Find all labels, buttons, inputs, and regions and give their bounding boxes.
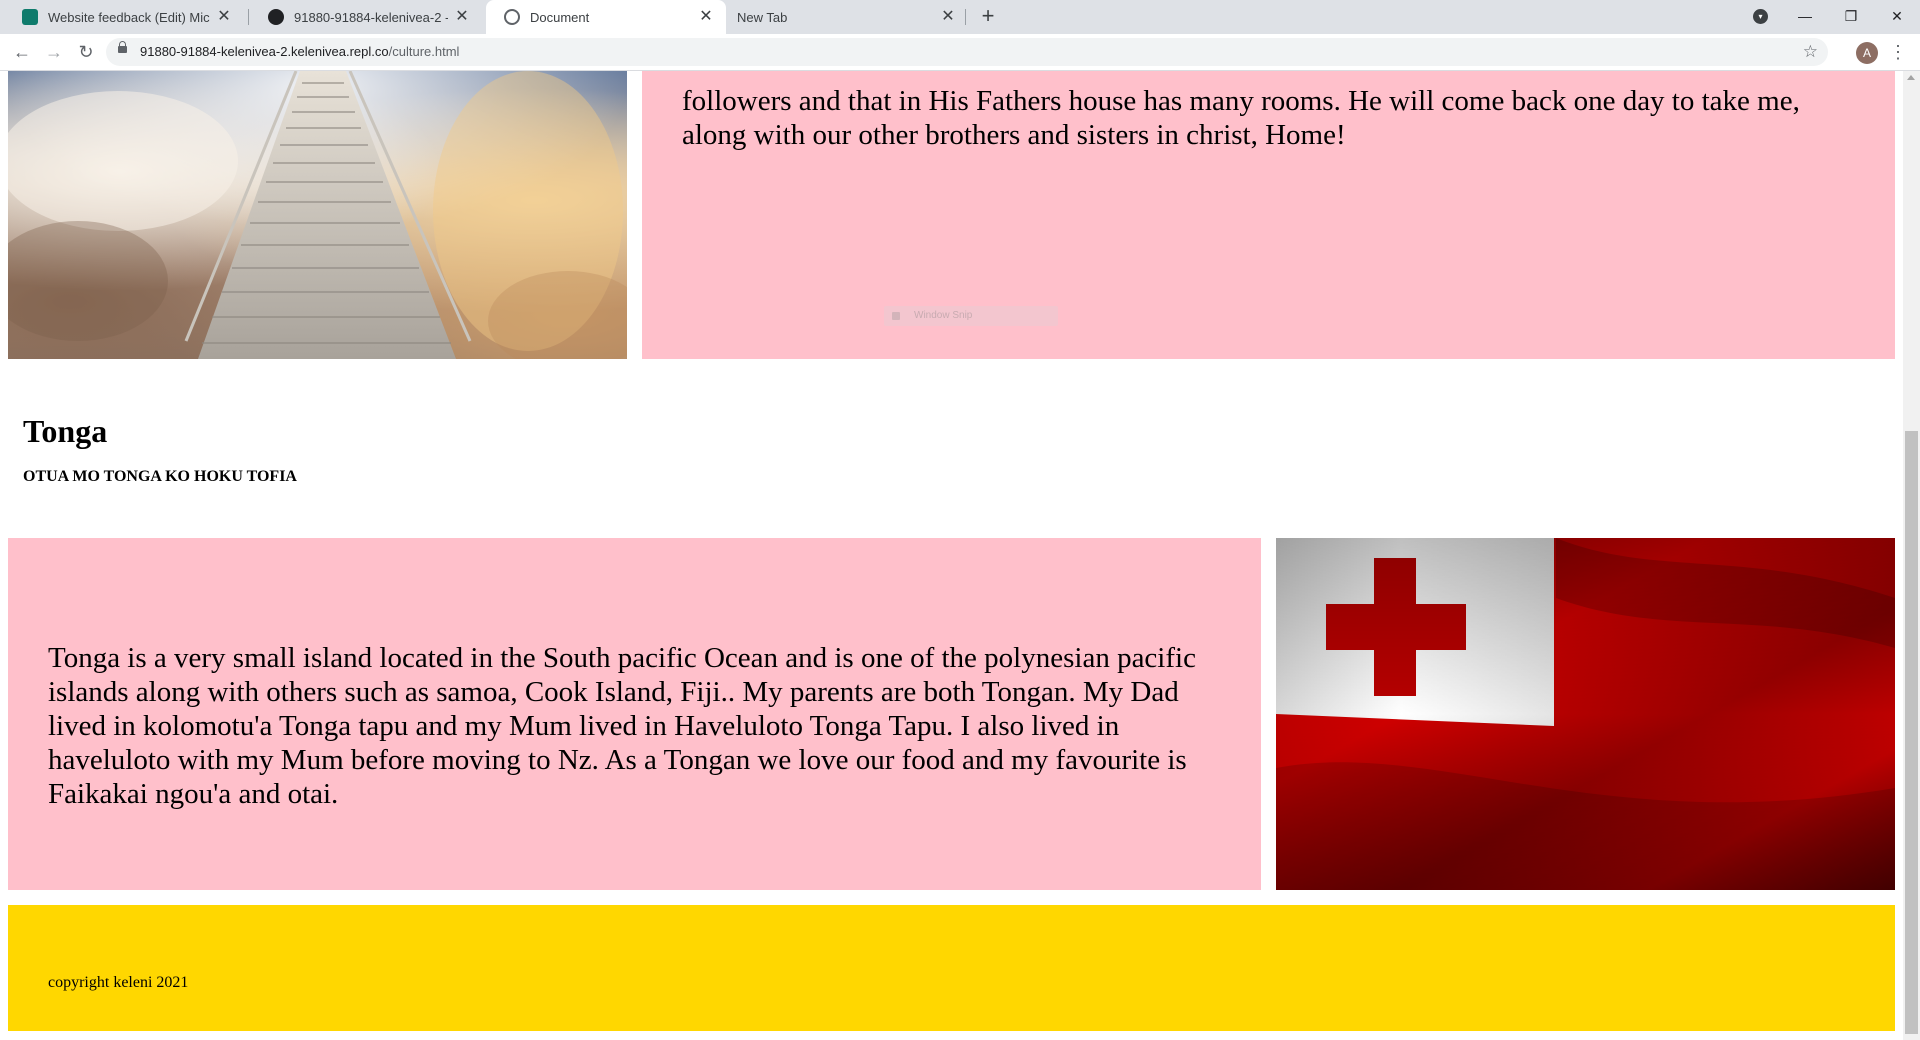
minimize-icon[interactable]: — bbox=[1782, 0, 1828, 32]
stairway-illustration bbox=[8, 71, 627, 359]
restore-icon[interactable]: ❐ bbox=[1828, 0, 1874, 32]
tab-divider bbox=[965, 9, 966, 25]
tab-title: Website feedback (Edit) Microsof bbox=[48, 9, 210, 25]
quote-panel: followers and that in His Fathers house … bbox=[642, 71, 1895, 359]
replit-icon bbox=[268, 9, 284, 25]
tab-website-feedback[interactable]: Website feedback (Edit) Microsof ✕ bbox=[4, 0, 244, 34]
reload-icon[interactable]: ↻ bbox=[72, 38, 100, 66]
scrollbar-thumb[interactable] bbox=[1905, 431, 1918, 1034]
window-close-icon[interactable]: ✕ bbox=[1874, 0, 1920, 32]
forward-arrow-icon[interactable]: → bbox=[40, 38, 68, 66]
url-host: 91880-91884-kelenivea-2.kelenivea.repl.c… bbox=[140, 44, 389, 59]
page-viewport: followers and that in His Fathers house … bbox=[0, 71, 1903, 1040]
tonga-description: Tonga is a very small island located in … bbox=[48, 642, 1196, 810]
tab-document[interactable]: Document ✕ bbox=[486, 0, 726, 34]
globe-icon bbox=[504, 9, 520, 25]
footer: copyright keleni 2021 bbox=[8, 905, 1895, 1031]
tab-new-tab[interactable]: New Tab ✕ bbox=[720, 0, 968, 34]
url-path: /culture.html bbox=[388, 44, 460, 59]
tab-replit[interactable]: 91880-91884-kelenivea-2 - Repl ✕ bbox=[250, 0, 482, 34]
quote-text: followers and that in His Fathers house … bbox=[682, 85, 1800, 151]
url-text[interactable]: 91880-91884-kelenivea-2.kelenivea.repl.c… bbox=[140, 38, 459, 66]
close-icon[interactable]: ✕ bbox=[214, 7, 234, 27]
section-motto: OTUA MO TONGA KO HOKU TOFIA bbox=[23, 468, 297, 485]
vertical-scrollbar[interactable] bbox=[1903, 71, 1920, 1040]
tonga-flag-graphic bbox=[1276, 538, 1895, 890]
close-icon[interactable]: ✕ bbox=[452, 7, 472, 27]
tab-title: 91880-91884-kelenivea-2 - Repl bbox=[294, 9, 448, 25]
window-snip-overlay: Window Snip bbox=[884, 306, 1058, 326]
heaven-stairs-image bbox=[8, 71, 627, 359]
scroll-up-arrow-icon[interactable] bbox=[1907, 75, 1915, 80]
back-arrow-icon[interactable]: ← bbox=[8, 38, 36, 66]
close-icon[interactable]: ✕ bbox=[938, 7, 958, 27]
footer-copyright: copyright keleni 2021 bbox=[48, 974, 189, 991]
tab-divider bbox=[248, 9, 249, 25]
tonga-flag-image bbox=[1276, 538, 1895, 890]
tab-title: New Tab bbox=[737, 9, 788, 25]
tonga-text-panel: Tonga is a very small island located in … bbox=[8, 538, 1261, 890]
address-bar[interactable]: 91880-91884-kelenivea-2.kelenivea.repl.c… bbox=[106, 38, 1828, 66]
star-icon[interactable]: ☆ bbox=[1803, 42, 1818, 62]
forms-icon bbox=[22, 9, 38, 25]
new-tab-button[interactable]: + bbox=[976, 5, 1000, 29]
close-icon[interactable]: ✕ bbox=[696, 7, 716, 27]
menu-dots-icon[interactable]: ⋮ bbox=[1888, 40, 1908, 64]
tab-title: Document bbox=[530, 9, 590, 25]
tab-search-icon[interactable]: ▾ bbox=[1753, 9, 1768, 24]
avatar[interactable]: A bbox=[1856, 42, 1878, 64]
tab-strip: Website feedback (Edit) Microsof ✕ 91880… bbox=[0, 0, 1920, 34]
lock-icon bbox=[118, 41, 127, 53]
section-title: Tonga bbox=[23, 413, 108, 449]
browser-toolbar: ← → ↻ 91880-91884-kelenivea-2.kelenivea.… bbox=[0, 34, 1920, 71]
